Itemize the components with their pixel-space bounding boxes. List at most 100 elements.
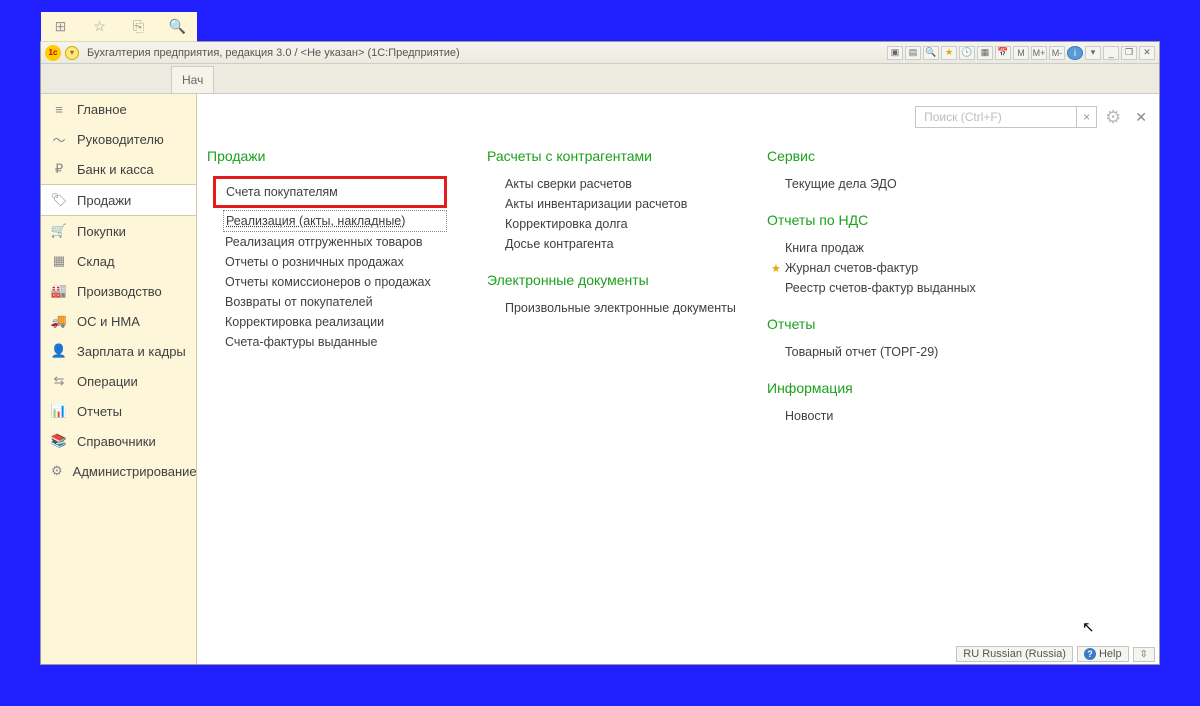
- sidebar-tools: ⊞ ☆ ⎘ 🔍: [41, 12, 197, 42]
- link-invoice-registry[interactable]: Реестр счетов-фактур выданных: [767, 278, 987, 298]
- section-title-vat-reports[interactable]: Отчеты по НДС: [767, 212, 987, 228]
- section-title-reports[interactable]: Отчеты: [767, 316, 987, 332]
- link-reconciliation[interactable]: Акты сверки расчетов: [487, 174, 727, 194]
- link-edo-current[interactable]: Текущие дела ЭДО: [767, 174, 987, 194]
- favorite-star-icon: ★: [771, 262, 781, 275]
- window-title: Бухгалтерия предприятия, редакция 3.0 / …: [87, 47, 887, 59]
- link-realization[interactable]: Реализация (акты, накладные): [223, 210, 447, 232]
- sidebar: ≡Главное 〜Руководителю ₽Банк и касса 🏷Пр…: [41, 94, 197, 664]
- history-icon[interactable]: 🕓: [959, 46, 975, 60]
- panel-top-controls: × ⚙ ✕: [915, 106, 1147, 128]
- sidebar-label: Главное: [77, 102, 127, 117]
- link-shipped-goods[interactable]: Реализация отгруженных товаров: [207, 232, 447, 252]
- link-invoices-issued[interactable]: Счета-фактуры выданные: [207, 332, 447, 352]
- sidebar-item-reports[interactable]: 📊Отчеты: [41, 396, 196, 426]
- trend-icon: 〜: [51, 131, 67, 147]
- settings-icon[interactable]: ⚙: [1105, 107, 1121, 128]
- sidebar-label: Склад: [77, 254, 115, 269]
- section-title-sales[interactable]: Продажи: [207, 148, 447, 164]
- sidebar-label: Зарплата и кадры: [77, 344, 186, 359]
- search-icon[interactable]: 🔍: [169, 18, 187, 36]
- link-debt-adjustment[interactable]: Корректировка долга: [487, 214, 727, 234]
- link-arbitrary-edocs[interactable]: Произвольные электронные документы: [487, 298, 727, 318]
- link-inventory-settlements[interactable]: Акты инвентаризации расчетов: [487, 194, 727, 214]
- close-icon[interactable]: ✕: [1139, 46, 1155, 60]
- calendar-icon[interactable]: 📅: [995, 46, 1011, 60]
- section-title-settlements[interactable]: Расчеты с контрагентами: [487, 148, 727, 164]
- tabs-bar: ⊞ ☆ ⎘ 🔍 Нач: [41, 64, 1159, 94]
- app-window: 1c ▾ Бухгалтерия предприятия, редакция 3…: [40, 41, 1160, 665]
- link-torg29[interactable]: Товарный отчет (ТОРГ-29): [767, 342, 987, 362]
- sidebar-item-payroll[interactable]: 👤Зарплата и кадры: [41, 336, 196, 366]
- mem-mplus[interactable]: M+: [1031, 46, 1047, 60]
- titlebar: 1c ▾ Бухгалтерия предприятия, редакция 3…: [41, 42, 1159, 64]
- column-service: Сервис Текущие дела ЭДО Отчеты по НДС Кн…: [767, 144, 987, 654]
- sidebar-item-sales[interactable]: 🏷Продажи: [41, 184, 196, 216]
- section-title-service[interactable]: Сервис: [767, 148, 987, 164]
- minimize-icon[interactable]: _: [1103, 46, 1119, 60]
- link-commission-reports[interactable]: Отчеты комиссионеров о продажах: [207, 272, 447, 292]
- app-menu-dropdown-icon[interactable]: ▾: [65, 46, 79, 60]
- toolbar-btn-2[interactable]: ▤: [905, 46, 921, 60]
- section-title-info[interactable]: Информация: [767, 380, 987, 396]
- info-icon[interactable]: i: [1067, 46, 1083, 60]
- help-label: Help: [1099, 648, 1122, 660]
- dropdown-icon[interactable]: ▾: [1085, 46, 1101, 60]
- link-invoice-journal[interactable]: Журнал счетов-фактур: [785, 258, 918, 278]
- link-counterparty-dossier[interactable]: Досье контрагента: [487, 234, 727, 254]
- star-icon[interactable]: ☆: [91, 18, 109, 36]
- sidebar-label: Справочники: [77, 434, 156, 449]
- sidebar-label: Банк и касса: [77, 162, 154, 177]
- content-area: ≡Главное 〜Руководителю ₽Банк и касса 🏷Пр…: [41, 94, 1159, 664]
- calculator-icon[interactable]: ▦: [977, 46, 993, 60]
- grid-icon[interactable]: ⊞: [52, 18, 70, 36]
- section-title-edocs[interactable]: Электронные документы: [487, 272, 727, 288]
- sidebar-item-manager[interactable]: 〜Руководителю: [41, 124, 196, 154]
- search-input[interactable]: [916, 110, 1076, 124]
- sidebar-item-directories[interactable]: 📚Справочники: [41, 426, 196, 456]
- chart-icon: 📊: [51, 403, 67, 419]
- link-retail-reports[interactable]: Отчеты о розничных продажах: [207, 252, 447, 272]
- scroll-indicator-icon[interactable]: ⇳: [1133, 647, 1155, 662]
- help-button[interactable]: ? Help: [1077, 646, 1129, 662]
- sidebar-item-main[interactable]: ≡Главное: [41, 94, 196, 124]
- app-icon[interactable]: 1c: [45, 45, 61, 61]
- sidebar-item-assets[interactable]: 🚚 ОС и НМА: [41, 306, 196, 336]
- sidebar-label: Производство: [77, 284, 162, 299]
- language-indicator[interactable]: RU Russian (Russia): [956, 646, 1073, 662]
- mem-mminus[interactable]: M-: [1049, 46, 1065, 60]
- section-columns: Продажи Счета покупателям Реализация (ак…: [197, 94, 1159, 664]
- link-news[interactable]: Новости: [767, 406, 987, 426]
- boxes-icon: ▦: [51, 253, 67, 269]
- main-panel: × ⚙ ✕ Продажи Счета покупателям Реализац…: [197, 94, 1159, 664]
- search-box: ×: [915, 106, 1097, 128]
- sidebar-item-operations[interactable]: ⇆ Операции: [41, 366, 196, 396]
- link-returns[interactable]: Возвраты от покупателей: [207, 292, 447, 312]
- sidebar-item-production[interactable]: 🏭 Производство: [41, 276, 196, 306]
- swap-icon: ⇆: [51, 373, 67, 389]
- tab-start[interactable]: Нач: [171, 66, 214, 93]
- search-clear-icon[interactable]: ×: [1076, 107, 1096, 127]
- sidebar-item-purchases[interactable]: 🛒Покупки: [41, 216, 196, 246]
- sidebar-item-bank[interactable]: ₽Банк и касса: [41, 154, 196, 184]
- mem-m[interactable]: M: [1013, 46, 1029, 60]
- panel-close-icon[interactable]: ✕: [1135, 109, 1147, 126]
- sidebar-item-admin[interactable]: ⚙Администрирование: [41, 456, 196, 486]
- favorite-icon[interactable]: ★: [941, 46, 957, 60]
- link-correction[interactable]: Корректировка реализации: [207, 312, 447, 332]
- sidebar-label: Покупки: [77, 224, 126, 239]
- toolbar-btn-1[interactable]: ▣: [887, 46, 903, 60]
- sidebar-label: Операции: [77, 374, 138, 389]
- tag-icon: 🏷: [51, 192, 67, 208]
- window-controls: ▣ ▤ 🔍 ★ 🕓 ▦ 📅 M M+ M- i ▾ _ ❐ ✕: [887, 46, 1155, 60]
- toolbar-btn-3[interactable]: 🔍: [923, 46, 939, 60]
- truck-icon: 🚚: [51, 313, 67, 329]
- link-invoices-highlighted[interactable]: Счета покупателям: [213, 176, 447, 208]
- factory-icon: 🏭: [51, 283, 67, 299]
- sidebar-label: ОС и НМА: [77, 314, 140, 329]
- help-icon: ?: [1084, 648, 1096, 660]
- maximize-icon[interactable]: ❐: [1121, 46, 1137, 60]
- sidebar-item-warehouse[interactable]: ▦ Склад: [41, 246, 196, 276]
- link-sales-book[interactable]: Книга продаж: [767, 238, 987, 258]
- clipboard-icon[interactable]: ⎘: [130, 18, 148, 36]
